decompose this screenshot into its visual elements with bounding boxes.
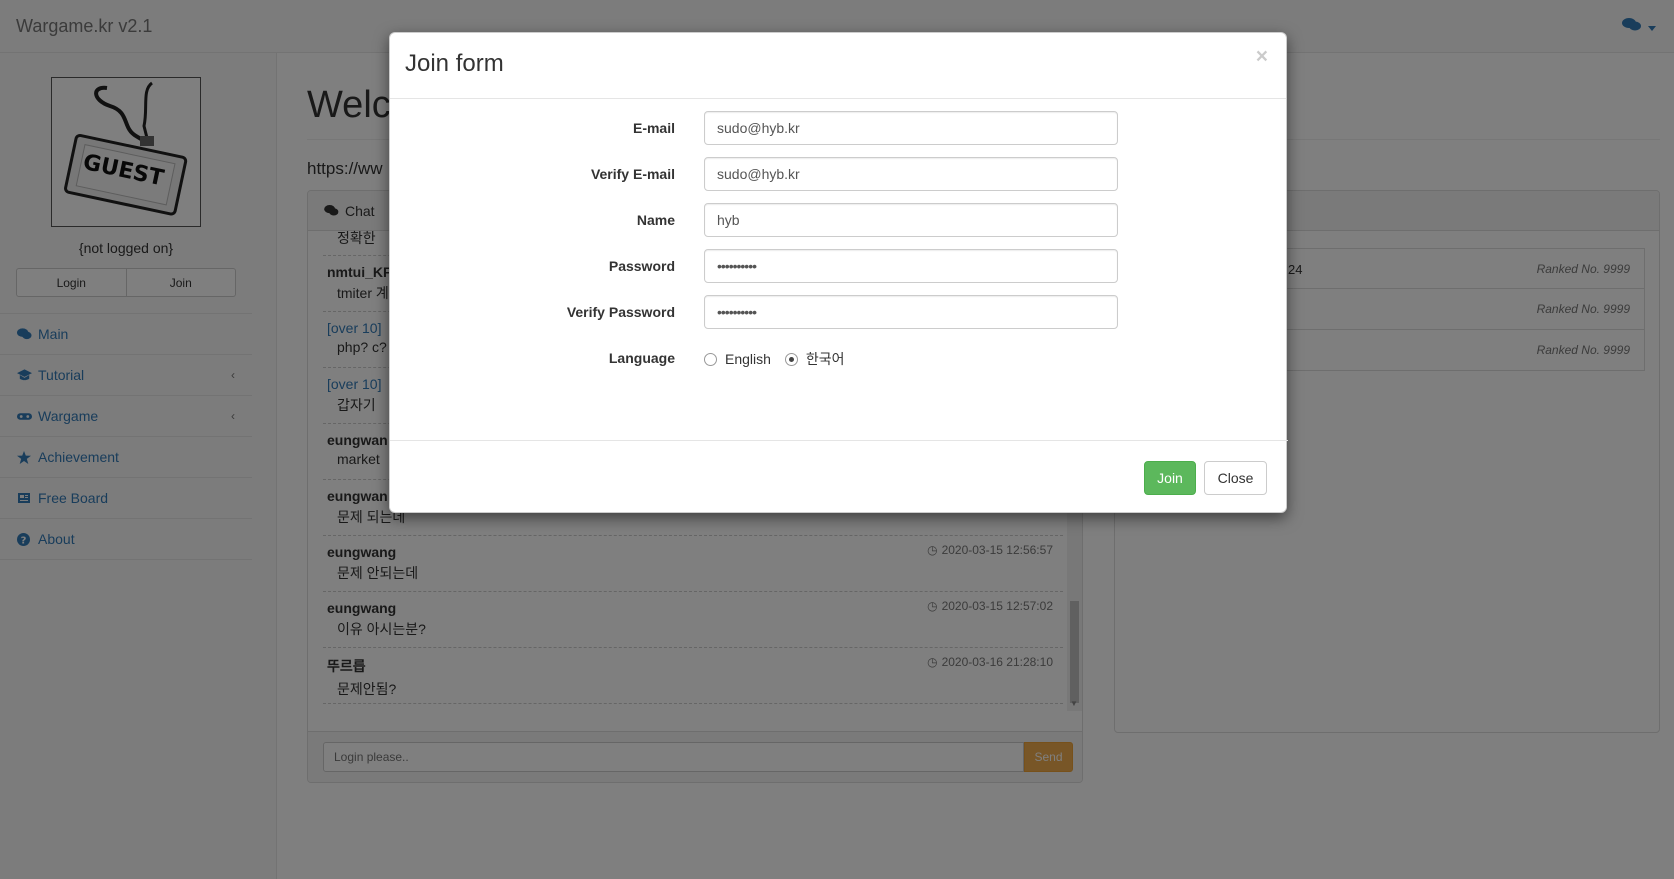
- verify-email-field[interactable]: [704, 157, 1118, 191]
- verify-password-field[interactable]: [704, 295, 1118, 329]
- modal-title: Join form: [405, 50, 504, 77]
- verify-password-label: Verify Password: [566, 304, 675, 320]
- email-field[interactable]: [704, 111, 1118, 145]
- name-field[interactable]: [704, 203, 1118, 237]
- language-options: English 한국어: [704, 349, 845, 369]
- password-field[interactable]: [704, 249, 1118, 283]
- email-label: E-mail: [632, 120, 675, 136]
- password-label: Password: [608, 258, 675, 274]
- language-label: Language: [608, 350, 675, 366]
- form-row-password: Password: [390, 249, 1288, 283]
- modal-header: Join form ×: [390, 33, 1286, 99]
- modal-footer: Join Close: [390, 440, 1288, 514]
- language-radio-korean[interactable]: [784, 352, 798, 366]
- language-option-english-label[interactable]: English: [725, 351, 771, 367]
- name-label: Name: [636, 212, 675, 228]
- join-form-modal: Join form × E-mail Verify E-mail Name Pa…: [389, 32, 1288, 514]
- close-icon[interactable]: ×: [1256, 45, 1268, 69]
- close-button[interactable]: Close: [1204, 461, 1267, 495]
- form-row-verify-password: Verify Password: [390, 295, 1288, 329]
- language-radio-english[interactable]: [704, 352, 717, 366]
- join-submit-button[interactable]: Join: [1144, 461, 1196, 495]
- form-row-name: Name: [390, 203, 1288, 237]
- language-option-korean-label[interactable]: 한국어: [806, 349, 845, 369]
- verify-email-label: Verify E-mail: [590, 166, 675, 182]
- form-row-language: Language English 한국어: [390, 341, 1288, 375]
- form-row-verify-email: Verify E-mail: [390, 157, 1288, 191]
- form-row-email: E-mail: [390, 111, 1288, 145]
